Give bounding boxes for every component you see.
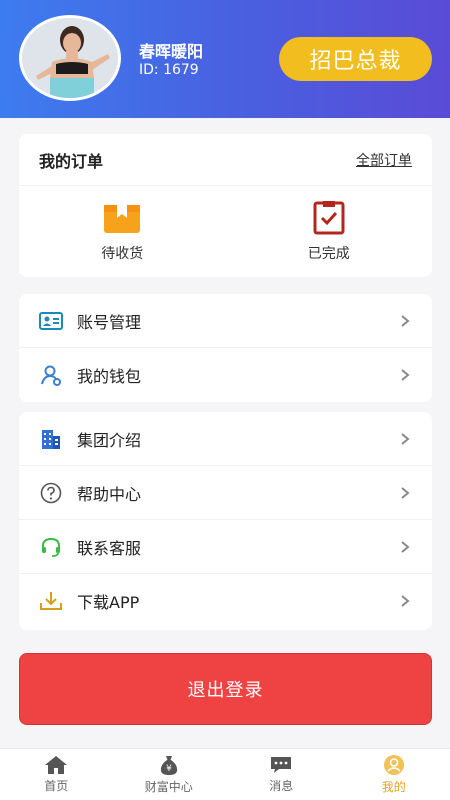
account-menu-card: 账号管理 我的钱包 — [19, 294, 432, 402]
chevron-right-icon — [398, 368, 412, 382]
id-card-icon — [39, 309, 63, 333]
menu-item-label: 我的钱包 — [77, 367, 142, 386]
orders-header: 我的订单 全部订单 — [19, 134, 432, 186]
order-completed-label: 已完成 — [307, 245, 350, 262]
username: 春晖暖阳 — [139, 42, 204, 61]
order-completed[interactable]: 已完成 — [226, 186, 433, 277]
menu-item-label: 联系客服 — [77, 538, 142, 558]
tab-wealth-center[interactable]: ¥ 财富中心 — [113, 749, 226, 800]
order-pending-receipt[interactable]: 待收货 — [19, 186, 226, 277]
logout-button[interactable]: 退出登录 — [19, 653, 432, 725]
wallet-user-icon — [39, 363, 63, 387]
menu-item-label: 帮助中心 — [77, 484, 142, 504]
menu-item-label: 集团介绍 — [77, 430, 142, 450]
svg-text:¥: ¥ — [166, 764, 172, 774]
message-icon — [271, 757, 292, 773]
menu-item-contact-support[interactable]: 联系客服 — [19, 520, 432, 574]
menu-item-label: 下载APP — [77, 593, 140, 612]
menu-item-group-intro[interactable]: 集团介绍 — [19, 412, 432, 466]
tab-messages[interactable]: 消息 — [225, 749, 338, 800]
rank-badge[interactable]: 招巴总裁 — [279, 37, 432, 81]
download-icon — [39, 589, 63, 613]
info-menu-card: 集团介绍 帮助中心 联系客服 下载APP — [19, 412, 432, 630]
tab-label: 首页 — [44, 779, 69, 793]
menu-item-label: 账号管理 — [77, 312, 142, 332]
menu-item-download-app[interactable]: 下载APP — [19, 574, 432, 628]
order-pending-receipt-label: 待收货 — [101, 245, 144, 262]
tab-profile[interactable]: 我的 — [338, 749, 450, 800]
menu-item-help-center[interactable]: 帮助中心 — [19, 466, 432, 520]
user-id: ID: 1679 — [139, 62, 199, 78]
avatar-image — [22, 18, 118, 98]
package-icon — [104, 204, 141, 233]
chevron-right-icon — [398, 314, 412, 328]
bottom-tab-bar: 首页 ¥ 财富中心 消息 我的 — [0, 748, 450, 800]
money-bag-icon: ¥ — [160, 756, 177, 775]
help-icon — [39, 481, 63, 505]
avatar[interactable] — [19, 15, 121, 101]
tab-label: 财富中心 — [144, 780, 193, 794]
menu-item-account-management[interactable]: 账号管理 — [19, 294, 432, 348]
chevron-right-icon — [398, 486, 412, 500]
check-clipboard-icon — [313, 200, 345, 234]
profile-header: 春晖暖阳 ID: 1679 招巴总裁 — [0, 0, 450, 118]
headset-icon — [39, 535, 63, 559]
chevron-right-icon — [398, 432, 412, 446]
tab-home[interactable]: 首页 — [0, 749, 113, 800]
tab-label: 消息 — [269, 779, 294, 793]
orders-title: 我的订单 — [39, 151, 104, 171]
building-icon — [39, 427, 63, 451]
all-orders-link[interactable]: 全部订单 — [356, 150, 412, 170]
profile-icon — [383, 755, 404, 775]
menu-item-my-wallet[interactable]: 我的钱包 — [19, 348, 432, 402]
home-icon — [45, 756, 68, 774]
chevron-right-icon — [398, 540, 412, 554]
tab-label: 我的 — [381, 780, 406, 794]
orders-card: 我的订单 全部订单 待收货 已完成 — [19, 134, 432, 277]
chevron-right-icon — [398, 594, 412, 608]
